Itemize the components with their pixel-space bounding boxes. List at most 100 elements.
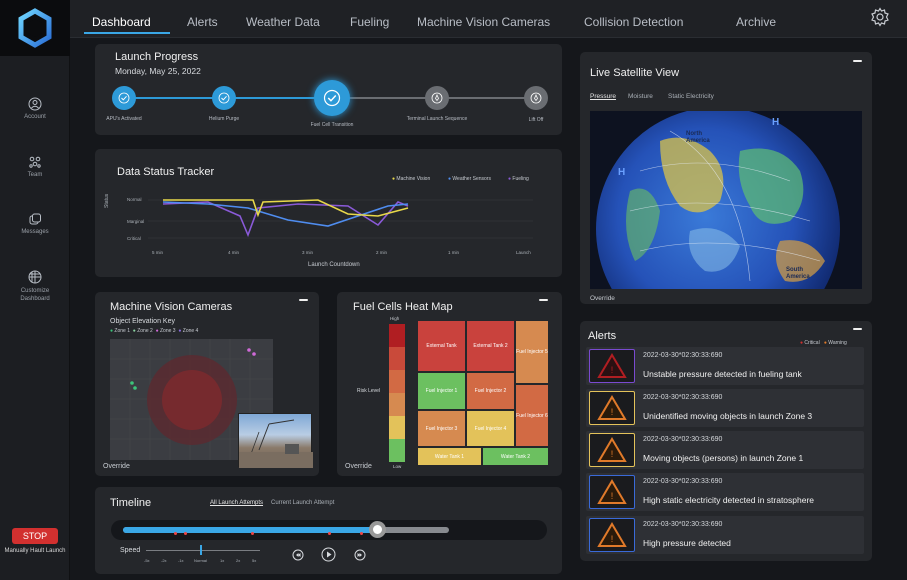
heatmap-cell[interactable]: Fuel Injector 5 [515, 320, 549, 384]
alert-icon-box: ! [589, 518, 635, 552]
heatmap-cell[interactable]: External Tank [417, 320, 466, 372]
svg-text:!: ! [611, 491, 614, 501]
alert-row[interactable]: ! 2022-03-30*02:30:33:690 High static el… [586, 473, 864, 511]
account-icon [28, 97, 42, 111]
zone-legend: ● Zone 1 ● Zone 2 ● Zone 3 ● Zone 4 [110, 328, 199, 334]
heatmap-cell[interactable]: External Tank 2 [466, 320, 515, 372]
sidebar-item-customize-dashboard[interactable]: Customize Dashboard [0, 270, 70, 303]
tab-fueling[interactable]: Fueling [350, 15, 389, 29]
alert-message: Unidentified moving objects in launch Zo… [643, 411, 813, 421]
warning-triangle-icon: ! [597, 522, 627, 547]
alert-row[interactable]: ! 2022-03-30*02:30:33:690 High pressure … [586, 516, 864, 554]
step-node-complete[interactable] [112, 86, 136, 110]
x-tick: 5 min [152, 250, 164, 255]
timeline-marker[interactable] [328, 532, 331, 535]
alert-row[interactable]: ! 2022-03-30*02:30:33:690 Unstable press… [586, 347, 864, 385]
legend-machine-vision: ● Machine Vision [392, 176, 431, 182]
minimize-icon[interactable] [539, 299, 548, 301]
heatmap-cell[interactable]: Fuel Injector 6 [515, 384, 549, 447]
tab-pressure[interactable]: Pressure [590, 93, 616, 100]
y-tick: Marginal [127, 219, 145, 224]
label-south-america: South America [786, 267, 810, 280]
sidebar-item-team[interactable]: Team [0, 155, 70, 178]
fast-forward-icon[interactable] [354, 549, 366, 561]
warning-triangle-icon: ! [597, 437, 627, 462]
step-node-complete[interactable] [212, 86, 236, 110]
x-axis-title: Launch Countdown [308, 262, 360, 268]
timeline-marker[interactable] [360, 532, 363, 535]
alert-time: 2022-03-30*02:30:33:690 [643, 436, 723, 443]
override-link[interactable]: Override [345, 463, 372, 470]
minimize-icon[interactable] [853, 328, 862, 330]
alerts-title: Alerts [588, 330, 617, 342]
alert-icon-box: ! [589, 433, 635, 467]
x-tick: Launch [516, 250, 531, 255]
satellite-globe-view[interactable]: North America South America H H [590, 111, 862, 289]
step-label: Fuel Cell Transition [310, 122, 354, 128]
timeline-track[interactable] [111, 520, 547, 540]
sidebar-item-account[interactable]: Account [0, 97, 70, 120]
alerts-legend: ● Critical ● Warning [800, 340, 847, 346]
status-line-chart [148, 199, 533, 239]
alert-time: 2022-03-30*02:30:33:690 [643, 394, 723, 401]
heatmap-cell[interactable]: Fuel Injector 2 [466, 372, 515, 410]
minimize-icon[interactable] [299, 299, 308, 301]
data-status-title: Data Status Tracker [117, 166, 215, 178]
override-link[interactable]: Override [103, 463, 130, 470]
warning-triangle-icon: ! [597, 353, 627, 378]
sidebar-item-messages[interactable]: Messages [0, 212, 70, 235]
heatmap-cell[interactable]: Fuel Injector 4 [466, 410, 515, 447]
heatmap-cell[interactable]: Fuel Injector 3 [417, 410, 466, 447]
tab-current-launch-attempt[interactable]: Current Launch Attempt [271, 500, 334, 506]
speed-slider-track[interactable] [146, 550, 260, 551]
svg-text:!: ! [611, 407, 614, 417]
tab-all-launch-attempts[interactable]: All Launch Attempts [210, 500, 263, 506]
y-tick: Normal [127, 197, 142, 202]
alert-row[interactable]: ! 2022-03-30*02:30:33:690 Unidentified m… [586, 389, 864, 427]
legend-critical: Critical [804, 340, 820, 346]
logo [0, 0, 70, 56]
override-link[interactable]: Override [590, 295, 615, 302]
sidebar-item-label: Customize Dashboard [20, 288, 50, 302]
timeline-marker[interactable] [251, 532, 254, 535]
tab-collision-detection[interactable]: Collision Detection [584, 15, 683, 29]
alert-message: High pressure detected [643, 538, 731, 548]
tab-static-electricity[interactable]: Static Electricity [668, 93, 714, 100]
timeline-marker[interactable] [184, 532, 187, 535]
minimize-icon[interactable] [853, 60, 862, 62]
alert-row[interactable]: ! 2022-03-30*02:30:33:690 Moving objects… [586, 431, 864, 469]
scale-high-label: High [390, 316, 400, 321]
tab-alerts[interactable]: Alerts [187, 15, 218, 29]
stop-button[interactable]: STOP [12, 528, 58, 544]
step-node-current[interactable] [314, 80, 350, 116]
rewind-icon[interactable] [292, 549, 304, 561]
tab-weather-data[interactable]: Weather Data [246, 15, 320, 29]
speed-slider-thumb[interactable] [200, 545, 202, 555]
tab-machine-vision-cameras[interactable]: Machine Vision Cameras [417, 15, 550, 29]
timeline-scrubber[interactable] [369, 521, 387, 538]
sidebar-item-label: Account [24, 114, 46, 120]
gear-icon[interactable] [870, 7, 890, 27]
camera-feed-thumbnail[interactable] [238, 413, 313, 468]
tab-moisture[interactable]: Moisture [628, 93, 653, 100]
timeline-title: Timeline [110, 497, 152, 509]
top-nav: Dashboard Alerts Weather Data Fueling Ma… [70, 0, 907, 38]
step-node-pending[interactable] [524, 86, 548, 110]
alert-message: High static electricity detected in stra… [643, 495, 815, 505]
heatmap-cell[interactable]: Water Tank 2 [482, 447, 549, 466]
active-tab-indicator [84, 32, 170, 34]
tab-archive[interactable]: Archive [736, 15, 776, 29]
alert-time: 2022-03-30*02:30:33:690 [643, 478, 723, 485]
heatmap-cell[interactable]: Water Tank 1 [417, 447, 482, 466]
timeline-marker[interactable] [174, 532, 177, 535]
tab-dashboard[interactable]: Dashboard [92, 15, 151, 29]
speed-tick: -1x [178, 558, 184, 563]
speed-label: Speed [120, 547, 141, 554]
step-node-pending[interactable] [425, 86, 449, 110]
heatmap-cell[interactable]: Fuel Injector 1 [417, 372, 466, 410]
team-icon [29, 156, 41, 168]
high-pressure-marker: H [618, 167, 626, 178]
heatmap-title: Fuel Cells Heat Map [353, 301, 453, 313]
play-icon[interactable] [321, 547, 336, 562]
launch-date: Monday, May 25, 2022 [115, 66, 201, 76]
